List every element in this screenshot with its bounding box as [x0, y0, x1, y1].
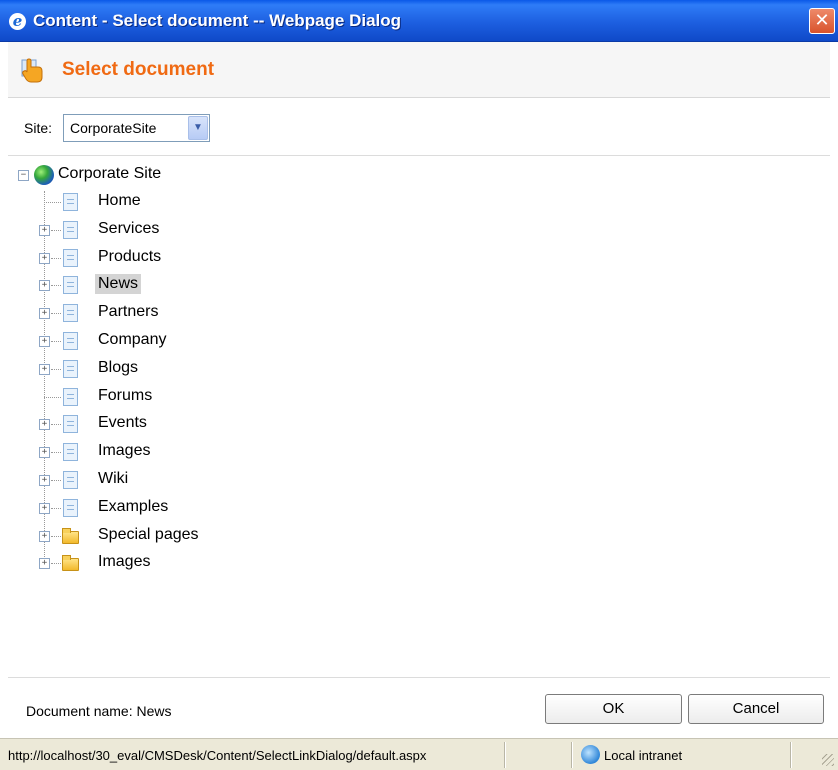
document-icon: [63, 304, 78, 323]
site-dropdown-value: CorporateSite: [70, 120, 157, 136]
tree-node-label[interactable]: Products: [95, 247, 164, 267]
page-title: Select document: [62, 59, 215, 80]
tree-connector-line: [51, 507, 61, 509]
expand-icon[interactable]: +: [39, 502, 50, 514]
intranet-zone-icon: [581, 745, 600, 764]
tree-node-label[interactable]: Images: [95, 552, 153, 572]
close-button[interactable]: ✕: [809, 8, 835, 34]
dialog-header: Select document: [8, 42, 830, 98]
tree-node-label[interactable]: Company: [95, 330, 169, 350]
document-icon: [63, 443, 78, 462]
tree-connector-line: [51, 424, 61, 426]
tree-connector-line: [51, 257, 61, 259]
tree-node-label[interactable]: Events: [95, 413, 150, 433]
tree-node-label[interactable]: Wiki: [95, 469, 131, 489]
globe-icon: [34, 165, 54, 185]
site-label: Site:: [24, 120, 53, 136]
cancel-button[interactable]: Cancel: [688, 694, 824, 724]
tree-connector-line: [51, 535, 61, 537]
expand-icon[interactable]: +: [39, 558, 50, 570]
tree-node-label[interactable]: Blogs: [95, 358, 141, 378]
document-icon: [63, 220, 78, 239]
expand-icon[interactable]: +: [39, 447, 50, 459]
tree-connector-line: [51, 229, 61, 231]
document-icon: [63, 498, 78, 517]
tree-node-label[interactable]: News: [95, 274, 142, 295]
tree-connector-line: [51, 313, 61, 315]
site-dropdown[interactable]: CorporateSite ▼: [63, 114, 210, 142]
tree-node-label[interactable]: Home: [95, 191, 144, 211]
status-divider: [571, 742, 573, 768]
expand-icon[interactable]: +: [39, 363, 50, 375]
window-title: Content - Select document -- Webpage Dia…: [33, 11, 402, 30]
tree-node-label[interactable]: Images: [95, 441, 153, 461]
expand-icon[interactable]: +: [39, 280, 50, 292]
document-icon: [63, 248, 78, 267]
dialog-footer: Document name: News OK Cancel: [8, 677, 830, 737]
document-icon: [63, 276, 78, 295]
status-bar: http://localhost/30_eval/CMSDesk/Content…: [0, 738, 838, 770]
internet-explorer-icon: e: [9, 13, 26, 30]
tree-connector-line: [44, 396, 61, 398]
document-icon: [63, 387, 78, 406]
folder-icon: [62, 527, 79, 544]
tree-connector-line: [51, 368, 61, 370]
tree-connector-line: [51, 480, 61, 481]
status-divider: [504, 742, 506, 768]
tree-node-label[interactable]: Services: [95, 219, 162, 239]
document-tree: − Corporate Site Home + Services + Products +…: [8, 157, 830, 677]
tree-connector-line: [51, 341, 61, 342]
resize-grip-icon[interactable]: [822, 754, 834, 766]
folder-icon: [62, 555, 79, 572]
tree-root-label[interactable]: Corporate Site: [55, 164, 164, 184]
expand-icon[interactable]: +: [39, 419, 50, 431]
tree-connector-line: [51, 452, 61, 454]
site-selector-row: Site: CorporateSite ▼: [8, 98, 830, 156]
status-url: http://localhost/30_eval/CMSDesk/Content…: [8, 748, 427, 763]
tree-node-label[interactable]: Special pages: [95, 525, 202, 545]
tree-connector-line: [51, 563, 61, 565]
tree-connector-line: [44, 202, 61, 203]
document-icon: [63, 332, 78, 350]
expand-icon[interactable]: +: [39, 308, 50, 320]
expand-icon[interactable]: +: [39, 336, 50, 347]
expand-icon[interactable]: +: [39, 224, 50, 236]
ok-button[interactable]: OK: [545, 694, 682, 724]
tree-connector-line: [51, 285, 61, 287]
status-divider: [790, 742, 792, 768]
tree-node-label[interactable]: Partners: [95, 302, 161, 322]
expand-icon[interactable]: +: [39, 530, 50, 542]
document-icon: [63, 193, 78, 211]
security-zone-label: Local intranet: [604, 748, 683, 763]
expand-icon[interactable]: +: [39, 475, 50, 486]
title-bar[interactable]: e Content - Select document -- Webpage D…: [0, 0, 838, 42]
pointing-hand-icon: [21, 58, 43, 83]
document-icon: [63, 471, 78, 489]
document-icon: [63, 359, 78, 378]
tree-node-label[interactable]: Examples: [95, 497, 171, 517]
chevron-down-icon[interactable]: ▼: [188, 116, 208, 140]
document-name-label: Document name: News: [26, 703, 172, 719]
expand-icon[interactable]: +: [39, 252, 50, 264]
document-icon: [63, 415, 78, 434]
collapse-icon[interactable]: −: [18, 170, 29, 181]
tree-node-label[interactable]: Forums: [95, 386, 155, 406]
